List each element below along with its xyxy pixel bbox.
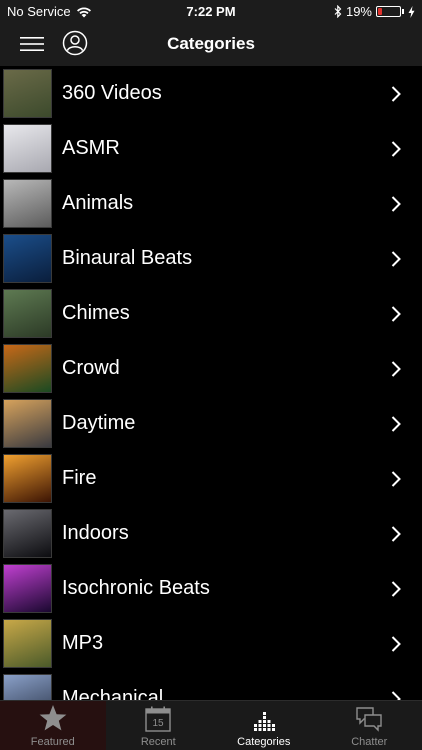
tab-bar: Featured 15 Recent Categories Chatter <box>0 700 422 750</box>
chat-bubbles-icon <box>356 707 382 732</box>
star-icon <box>39 705 67 731</box>
category-label: Mechanical <box>62 687 164 700</box>
bluetooth-icon <box>334 5 342 18</box>
category-row[interactable]: Crowd <box>0 341 422 396</box>
status-right: 19% <box>334 4 415 19</box>
category-thumbnail <box>3 619 52 668</box>
chevron-right-icon <box>391 305 401 322</box>
battery-icon <box>376 6 401 17</box>
category-label: MP3 <box>62 632 104 654</box>
charging-bolt-icon <box>408 5 415 18</box>
category-label: ASMR <box>62 137 120 159</box>
tab-chatter-label: Chatter <box>351 736 388 748</box>
chevron-right-icon <box>391 85 401 102</box>
battery-percent: 19% <box>345 4 372 19</box>
category-row[interactable]: 360 Videos <box>0 66 422 121</box>
category-thumbnail <box>3 124 52 173</box>
tab-featured[interactable]: Featured <box>0 701 106 750</box>
bars-icon <box>253 712 275 731</box>
chevron-right-icon <box>391 635 401 652</box>
tab-chatter[interactable]: Chatter <box>317 701 422 750</box>
tab-categories[interactable]: Categories <box>211 701 317 750</box>
category-row[interactable]: Mechanical <box>0 671 422 700</box>
tab-recent-label: Recent <box>140 736 176 748</box>
category-thumbnail <box>3 344 52 393</box>
tab-featured-label: Featured <box>30 736 75 748</box>
category-thumbnail <box>3 289 52 338</box>
category-label: Crowd <box>62 357 120 379</box>
category-thumbnail <box>3 509 52 558</box>
category-row[interactable]: Binaural Beats <box>0 231 422 286</box>
battery-level-fill <box>378 8 382 15</box>
chevron-right-icon <box>391 140 401 157</box>
chevron-right-icon <box>391 360 401 377</box>
category-label: Animals <box>62 192 134 214</box>
chevron-right-icon <box>391 580 401 597</box>
tab-recent[interactable]: 15 Recent <box>106 701 212 750</box>
category-row[interactable]: Indoors <box>0 506 422 561</box>
category-label: 360 Videos <box>62 82 162 104</box>
category-thumbnail <box>3 564 52 613</box>
category-thumbnail <box>3 69 52 118</box>
category-row[interactable]: ASMR <box>0 121 422 176</box>
calendar-day: 15 <box>153 718 165 729</box>
page-title: Categories <box>167 34 255 53</box>
battery-nub <box>402 9 404 14</box>
category-label: Fire <box>62 467 97 489</box>
category-row[interactable]: Chimes <box>0 286 422 341</box>
category-row[interactable]: Daytime <box>0 396 422 451</box>
category-thumbnail <box>3 234 52 283</box>
category-row[interactable]: Isochronic Beats <box>0 561 422 616</box>
category-thumbnail <box>3 454 52 503</box>
category-row[interactable]: Fire <box>0 451 422 506</box>
status-bar: No Service 7:22 PM 19% <box>0 0 422 22</box>
chevron-right-icon <box>391 195 401 212</box>
chevron-right-icon <box>391 470 401 487</box>
category-thumbnail <box>3 399 52 448</box>
category-row[interactable]: Animals <box>0 176 422 231</box>
category-label: Isochronic Beats <box>62 577 210 599</box>
chevron-right-icon <box>391 690 401 700</box>
tab-categories-label: Categories <box>237 736 291 748</box>
chevron-right-icon <box>391 250 401 267</box>
category-label: Daytime <box>62 412 136 434</box>
category-label: Chimes <box>62 302 130 324</box>
category-label: Indoors <box>62 522 129 544</box>
category-thumbnail <box>3 674 52 700</box>
chevron-right-icon <box>391 525 401 542</box>
nav-bar: Categories <box>0 22 422 66</box>
calendar-icon: 15 <box>145 706 171 732</box>
category-list[interactable]: 360 Videos ASMR Animals Binaural Beats Chime… <box>0 66 422 700</box>
chevron-right-icon <box>391 415 401 432</box>
category-row[interactable]: MP3 <box>0 616 422 671</box>
category-thumbnail <box>3 179 52 228</box>
category-label: Binaural Beats <box>62 247 193 269</box>
